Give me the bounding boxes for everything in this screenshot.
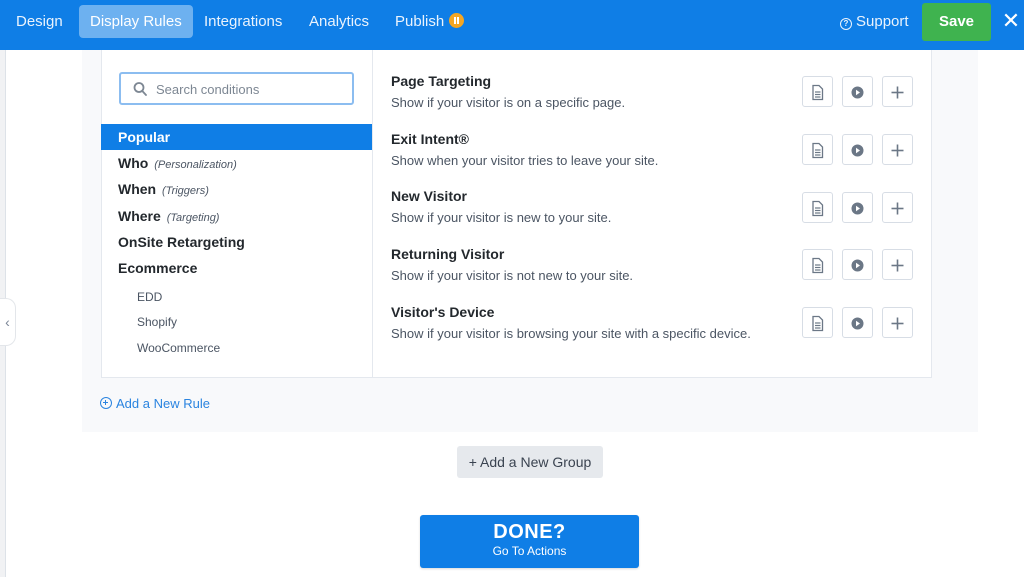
play-button[interactable] — [842, 134, 873, 165]
search-input[interactable] — [156, 80, 346, 98]
tab-design[interactable]: Design — [5, 5, 74, 38]
tab-publish-label: Publish — [395, 13, 445, 30]
condition-description: Show if your visitor is not new to your … — [391, 268, 634, 283]
condition-title-returning-visitor: Returning Visitor — [391, 246, 505, 262]
preview-button[interactable] — [802, 76, 833, 107]
play-button[interactable] — [842, 192, 873, 223]
category-label: Ecommerce — [118, 260, 198, 276]
plus-icon — [891, 259, 904, 272]
search-icon — [133, 82, 147, 96]
tab-analytics[interactable]: Analytics — [298, 5, 380, 38]
done-title: DONE? — [493, 521, 566, 543]
category-onsite-retargeting[interactable]: OnSite Retargeting — [101, 229, 372, 255]
condition-description: Show if your visitor is new to your site… — [391, 210, 612, 225]
support-link[interactable]: ? Support — [840, 5, 909, 38]
add-new-rule-link[interactable]: Add a New Rule — [100, 396, 210, 411]
add-condition-button[interactable] — [882, 134, 913, 165]
search-field — [119, 72, 354, 105]
preview-button[interactable] — [802, 249, 833, 280]
category-hint: (Triggers) — [162, 185, 209, 197]
done-subtitle: Go To Actions — [492, 544, 567, 558]
plus-icon — [891, 86, 904, 99]
play-icon — [851, 202, 864, 215]
add-new-rule-label: Add a New Rule — [116, 396, 210, 411]
document-icon — [812, 200, 824, 217]
category-ecommerce[interactable]: Ecommerce — [101, 255, 372, 281]
play-button[interactable] — [842, 76, 873, 107]
category-where[interactable]: Where (Targeting) — [101, 203, 372, 229]
category-label: Who — [118, 155, 149, 171]
add-condition-button[interactable] — [882, 192, 913, 223]
top-navigation-bar: Design Display Rules Integrations Analyt… — [0, 0, 1024, 50]
category-when[interactable]: When (Triggers) — [101, 176, 372, 202]
chevron-left-icon[interactable]: ‹ — [0, 298, 16, 346]
category-popular[interactable]: Popular — [101, 124, 372, 150]
subcategory-shopify[interactable]: Shopify — [137, 315, 177, 329]
add-condition-button[interactable] — [882, 76, 913, 107]
document-icon — [812, 84, 824, 101]
tab-display-rules[interactable]: Display Rules — [79, 5, 193, 38]
plus-icon — [891, 202, 904, 215]
plus-icon — [891, 317, 904, 330]
condition-title-exit-intent: Exit Intent® — [391, 131, 469, 147]
play-icon — [851, 86, 864, 99]
pause-icon — [449, 13, 465, 28]
save-button[interactable]: Save — [922, 3, 991, 41]
add-condition-button[interactable] — [882, 249, 913, 280]
preview-button[interactable] — [802, 134, 833, 165]
condition-title-page-targeting: Page Targeting — [391, 73, 492, 89]
document-icon — [812, 142, 824, 159]
support-label: Support — [856, 13, 909, 30]
subcategory-woocommerce[interactable]: WooCommerce — [137, 341, 220, 355]
preview-button[interactable] — [802, 192, 833, 223]
category-who[interactable]: Who (Personalization) — [101, 150, 372, 176]
play-icon — [851, 144, 864, 157]
add-new-group-button[interactable]: + Add a New Group — [457, 446, 603, 478]
condition-description: Show if your visitor is browsing your si… — [391, 326, 751, 341]
category-label: Where — [118, 208, 161, 224]
condition-description: Show if your visitor is on a specific pa… — [391, 95, 626, 110]
add-condition-button[interactable] — [882, 307, 913, 338]
tab-publish[interactable]: Publish — [384, 5, 475, 38]
document-icon — [812, 257, 824, 274]
tab-integrations[interactable]: Integrations — [193, 5, 293, 38]
play-button[interactable] — [842, 249, 873, 280]
close-icon[interactable]: ✕ — [1000, 8, 1022, 34]
condition-description: Show when your visitor tries to leave yo… — [391, 153, 659, 168]
play-icon — [851, 317, 864, 330]
category-hint: (Targeting) — [166, 212, 220, 224]
category-label: Popular — [118, 129, 171, 145]
play-icon — [851, 259, 864, 272]
category-label: OnSite Retargeting — [118, 234, 245, 250]
document-icon — [812, 315, 824, 332]
play-button[interactable] — [842, 307, 873, 338]
condition-title-new-visitor: New Visitor — [391, 188, 467, 204]
plus-icon — [891, 144, 904, 157]
help-icon: ? — [840, 18, 852, 30]
category-hint: (Personalization) — [154, 159, 237, 171]
plus-circle-icon — [100, 397, 112, 409]
category-label: When — [118, 181, 157, 197]
condition-title-visitors-device: Visitor's Device — [391, 304, 495, 320]
preview-button[interactable] — [802, 307, 833, 338]
subcategory-edd[interactable]: EDD — [137, 290, 162, 304]
panel-divider — [372, 50, 373, 378]
done-button[interactable]: DONE? Go To Actions — [420, 515, 639, 568]
